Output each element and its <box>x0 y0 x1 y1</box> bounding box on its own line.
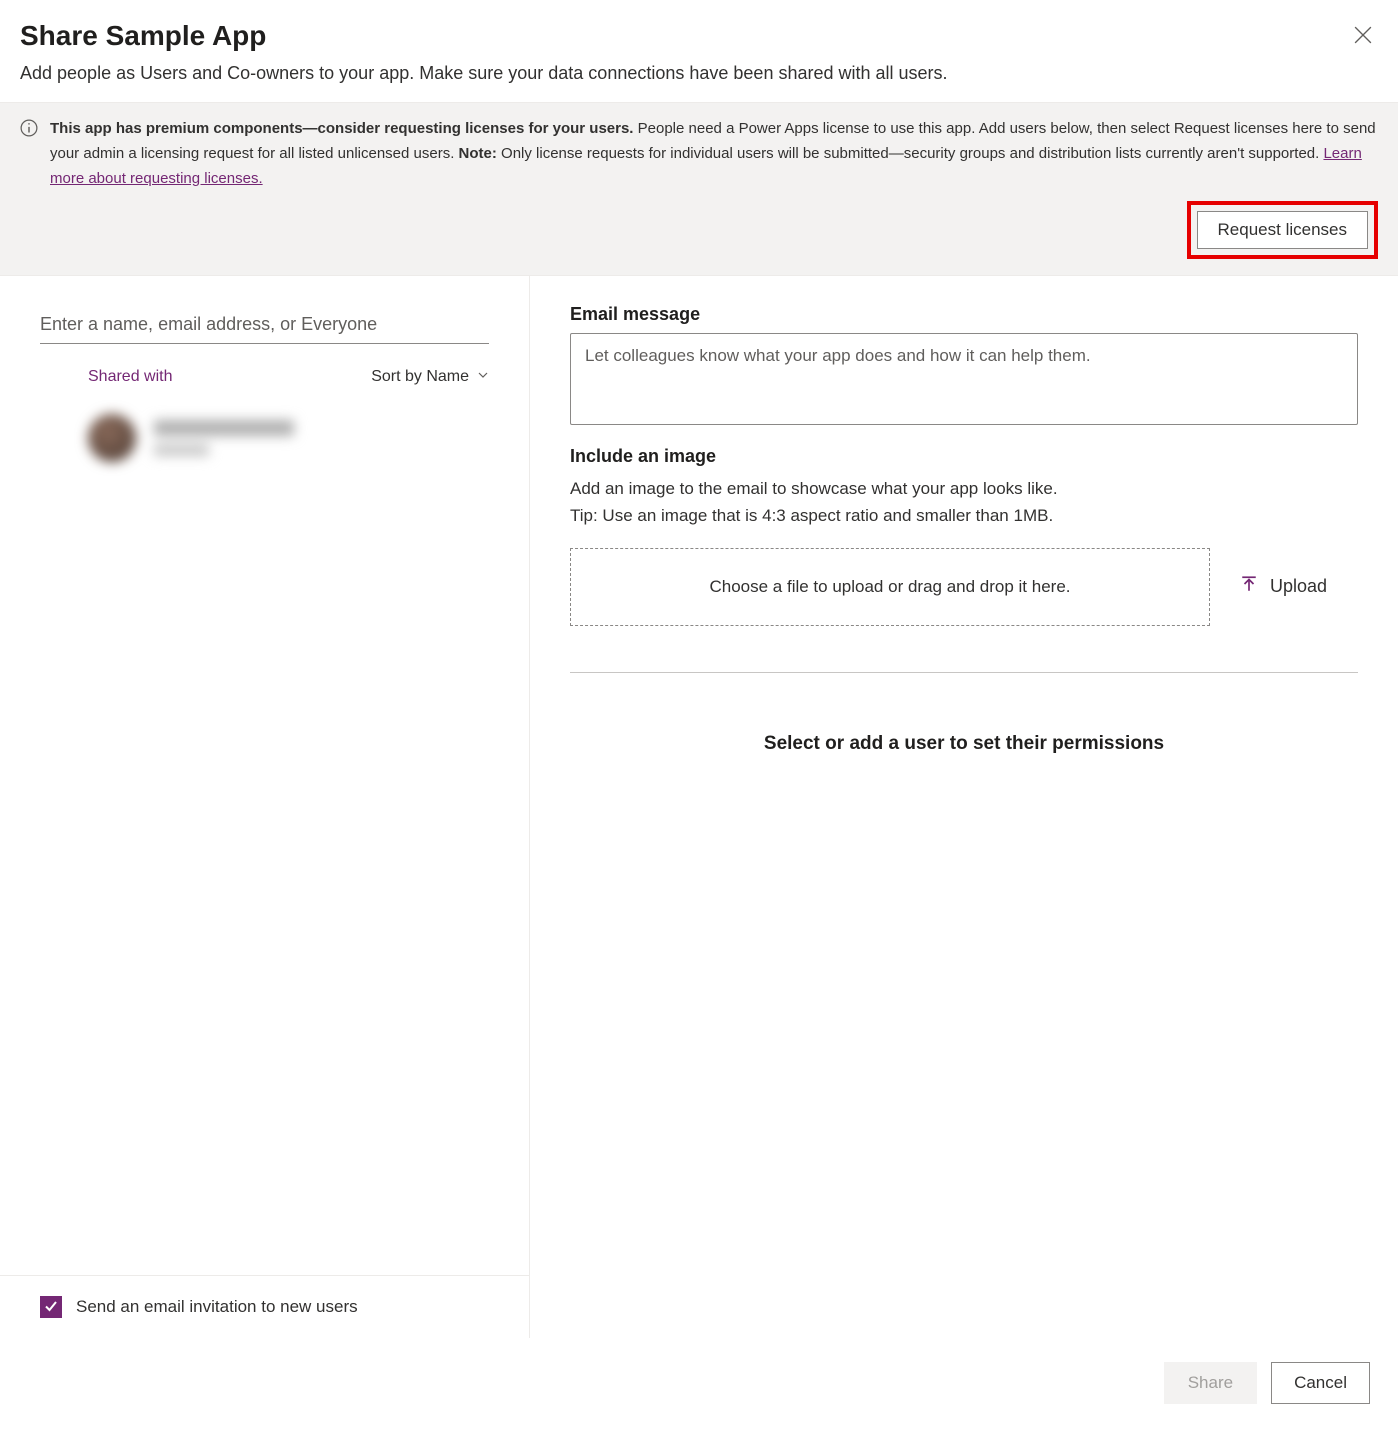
upload-arrow-icon <box>1240 575 1258 598</box>
banner-bold: This app has premium components—consider… <box>50 120 633 137</box>
search-wrap <box>0 276 529 344</box>
list-header: Shared with Sort by Name <box>0 344 529 396</box>
main-area: Shared with Sort by Name <box>0 276 1398 1338</box>
image-help2: Tip: Use an image that is 4:3 aspect rat… <box>570 502 1358 529</box>
banner-text: This app has premium components—consider… <box>50 117 1378 191</box>
upload-button[interactable]: Upload <box>1240 575 1327 598</box>
left-scroll[interactable]: Shared with Sort by Name <box>0 276 529 1275</box>
banner-note: Note: <box>459 145 497 162</box>
close-icon <box>1354 32 1372 47</box>
search-input[interactable] <box>40 306 489 344</box>
upload-row: Choose a file to upload or drag and drop… <box>570 548 1358 626</box>
highlight-frame: Request licenses <box>1187 201 1378 259</box>
dialog-footer: Share Cancel <box>0 1338 1398 1432</box>
user-text <box>154 420 294 456</box>
chevron-down-icon <box>477 368 489 386</box>
shared-with-label: Shared with <box>88 368 173 386</box>
request-licenses-button[interactable]: Request licenses <box>1197 211 1368 249</box>
license-banner: This app has premium components—consider… <box>0 102 1398 276</box>
banner-body: This app has premium components—consider… <box>50 117 1378 259</box>
dropzone-text: Choose a file to upload or drag and drop… <box>709 577 1070 597</box>
close-button[interactable] <box>1348 20 1378 53</box>
divider <box>570 672 1358 673</box>
permissions-prompt: Select or add a user to set their permis… <box>570 733 1358 755</box>
share-button: Share <box>1164 1362 1257 1404</box>
banner-action-row: Request licenses <box>50 201 1378 259</box>
upload-label: Upload <box>1270 576 1327 597</box>
user-name <box>154 420 294 436</box>
sort-by-label: Sort by Name <box>371 368 469 386</box>
user-row[interactable] <box>0 396 529 480</box>
dialog-subtitle: Add people as Users and Co-owners to you… <box>0 63 1398 102</box>
email-invite-checkbox[interactable] <box>40 1296 62 1318</box>
image-help1: Add an image to the email to showcase wh… <box>570 475 1358 502</box>
dialog-title: Share Sample App <box>20 20 266 52</box>
email-invite-row: Send an email invitation to new users <box>0 1275 529 1338</box>
sort-by-button[interactable]: Sort by Name <box>371 368 489 386</box>
info-icon <box>20 117 38 259</box>
avatar <box>88 414 136 462</box>
cancel-button[interactable]: Cancel <box>1271 1362 1370 1404</box>
email-invite-label: Send an email invitation to new users <box>76 1297 358 1317</box>
email-message-textarea[interactable] <box>570 333 1358 425</box>
image-section: Include an image Add an image to the ema… <box>570 446 1358 625</box>
share-dialog: Share Sample App Add people as Users and… <box>0 0 1398 1432</box>
email-message-label: Email message <box>570 304 1358 325</box>
file-dropzone[interactable]: Choose a file to upload or drag and drop… <box>570 548 1210 626</box>
user-role <box>154 444 209 456</box>
email-section: Email message <box>570 304 1358 428</box>
include-image-label: Include an image <box>570 446 1358 467</box>
right-pane: Email message Include an image Add an im… <box>530 276 1398 1338</box>
left-pane: Shared with Sort by Name <box>0 276 530 1338</box>
dialog-header: Share Sample App <box>0 0 1398 63</box>
banner-text2: Only license requests for individual use… <box>497 145 1324 162</box>
checkmark-icon <box>44 1299 58 1316</box>
